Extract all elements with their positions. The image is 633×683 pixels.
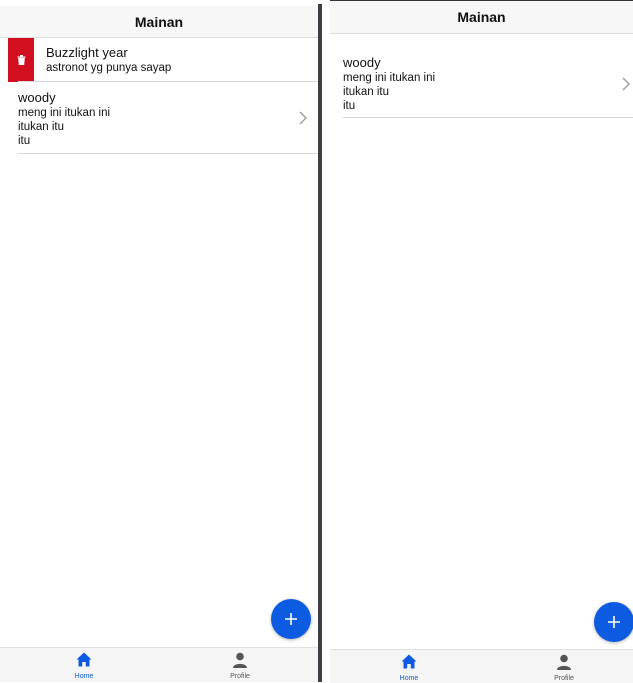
chevron-right-icon: [622, 77, 630, 91]
person-icon: [233, 652, 247, 668]
list-item-title: woody: [343, 55, 381, 70]
list-item-subtitle: astronot yg punya sayap: [46, 62, 172, 74]
tab-bar: Home Profile: [330, 649, 633, 683]
tab-home-label: Home: [74, 673, 94, 680]
person-icon: [557, 654, 571, 670]
list-divider: [18, 153, 318, 154]
right-screen: Mainan woody meng ini itukan ini itukan …: [330, 0, 633, 683]
list-divider: [343, 117, 633, 118]
page-title-text: Mainan: [134, 13, 184, 30]
home-icon: [76, 652, 92, 667]
page-title: Mainan: [0, 6, 318, 38]
list-item-subtitle: meng ini itukan ini itukan itu itu: [343, 72, 436, 112]
delete-button[interactable]: [8, 38, 34, 82]
chevron-right-icon: [299, 111, 307, 125]
list-item-woody[interactable]: woody meng ini itukan ini itukan itu itu: [343, 47, 633, 118]
add-button[interactable]: [594, 602, 633, 642]
tab-home[interactable]: Home: [379, 650, 439, 683]
left-screen: Mainan Buzzlight year astronot yg punya …: [0, 0, 318, 682]
page-title: Mainan: [330, 1, 633, 34]
list-item-subtitle: meng ini itukan ini itukan itu itu: [18, 107, 111, 147]
home-icon: [401, 654, 417, 669]
tab-profile[interactable]: Profile: [210, 648, 270, 682]
tab-home[interactable]: Home: [54, 648, 114, 682]
tab-profile-label: Profile: [554, 675, 574, 682]
add-button[interactable]: [271, 599, 311, 639]
list-item-title: Buzzlight year: [46, 45, 128, 60]
list-item-title: woody: [18, 90, 56, 105]
screen-divider-bar: [318, 4, 322, 682]
list-item-woody[interactable]: woody meng ini itukan ini itukan itu itu: [18, 82, 318, 154]
list-item-buzzlight[interactable]: Buzzlight year astronot yg punya sayap: [18, 38, 318, 82]
page-title-text: Mainan: [457, 9, 506, 25]
trash-icon: [17, 55, 25, 65]
plus-icon: [285, 613, 297, 625]
plus-icon: [608, 616, 620, 628]
tab-home-label: Home: [399, 675, 419, 682]
tab-profile-label: Profile: [230, 673, 250, 680]
tab-bar: Home Profile: [0, 647, 318, 682]
tab-profile[interactable]: Profile: [534, 650, 594, 683]
